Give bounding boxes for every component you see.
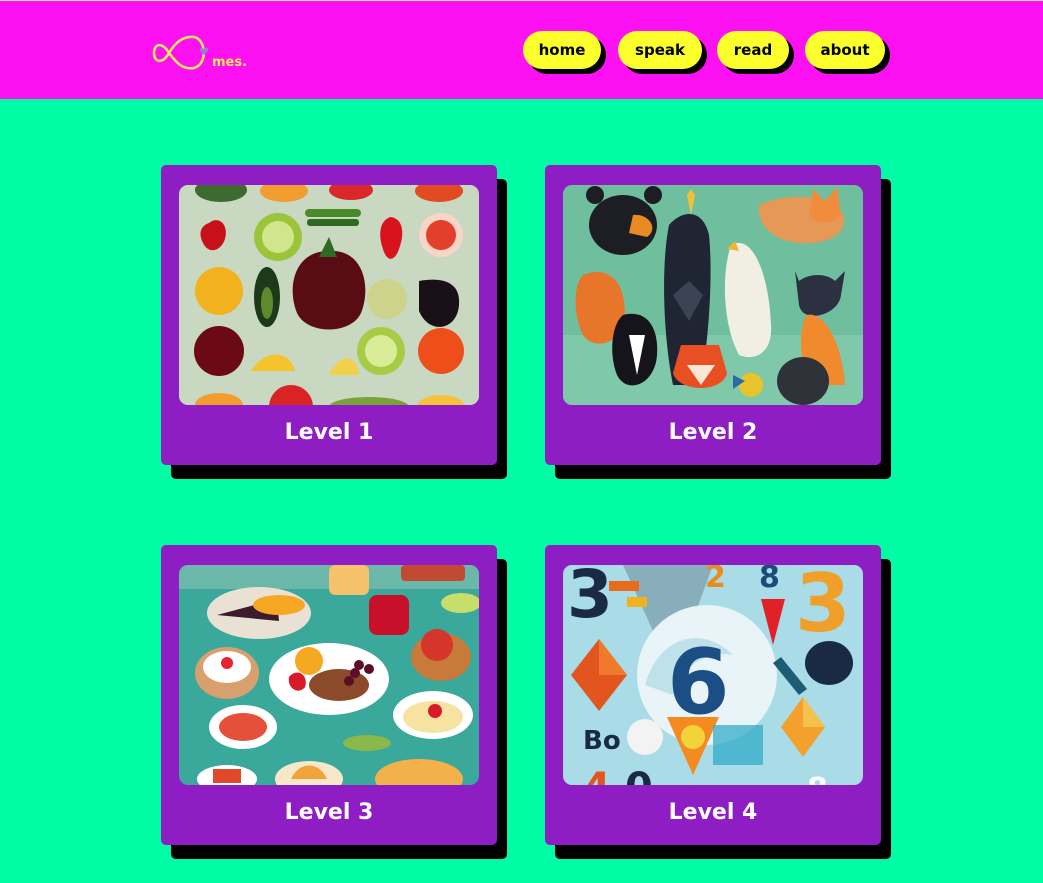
numbers-shapes-illustration: 3 2 8 3 6 Bo 4 0 8 bbox=[563, 565, 863, 785]
level-4-label: Level 4 bbox=[668, 800, 758, 825]
svg-text:8: 8 bbox=[759, 565, 780, 595]
nav-about-button[interactable]: about bbox=[805, 31, 885, 69]
svg-text:4: 4 bbox=[583, 765, 611, 785]
svg-text:0: 0 bbox=[625, 765, 653, 785]
level-4-card[interactable]: 3 2 8 3 6 Bo 4 0 8 Level 4 bbox=[545, 545, 881, 845]
logo-text: mes. bbox=[212, 55, 248, 70]
animals-illustration bbox=[563, 185, 863, 405]
svg-text:2: 2 bbox=[705, 565, 726, 595]
svg-text:3: 3 bbox=[795, 565, 851, 650]
level-3-card[interactable]: Level 3 bbox=[161, 545, 497, 845]
level-2-card[interactable]: Level 2 bbox=[545, 165, 881, 465]
food-dishes-illustration bbox=[179, 565, 479, 785]
level-1-image bbox=[179, 185, 479, 405]
infinity-heart-logo-icon bbox=[152, 35, 209, 70]
nav-read-button[interactable]: read bbox=[717, 31, 789, 69]
fruits-vegetables-illustration bbox=[179, 185, 479, 405]
level-3-label: Level 3 bbox=[284, 800, 374, 825]
nav-speak-button[interactable]: speak bbox=[618, 31, 702, 69]
nav-home-button[interactable]: home bbox=[523, 31, 601, 69]
site-logo[interactable]: mes. bbox=[152, 34, 248, 74]
svg-text:3: 3 bbox=[567, 565, 613, 633]
level-4-image: 3 2 8 3 6 Bo 4 0 8 bbox=[563, 565, 863, 785]
svg-text:Bo: Bo bbox=[583, 726, 621, 756]
top-navigation-bar: mes. home speak read about bbox=[0, 0, 1043, 99]
level-2-image bbox=[563, 185, 863, 405]
svg-text:8: 8 bbox=[807, 772, 828, 785]
level-2-label: Level 2 bbox=[668, 420, 758, 445]
level-1-label: Level 1 bbox=[284, 420, 374, 445]
level-1-card[interactable]: Level 1 bbox=[161, 165, 497, 465]
level-3-image bbox=[179, 565, 479, 785]
